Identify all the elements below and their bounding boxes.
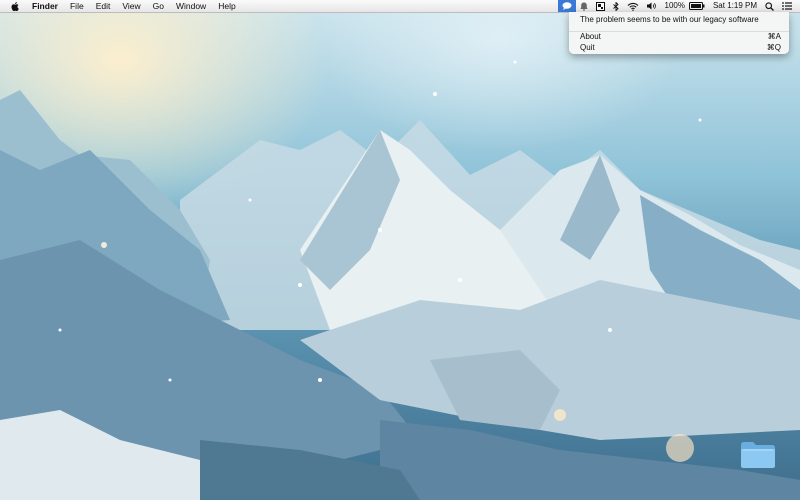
spotlight-icon[interactable] [761, 0, 778, 12]
menu-item-about-shortcut: ⌘A [767, 32, 781, 41]
bluetooth-icon[interactable] [609, 0, 623, 12]
menu-go[interactable]: Go [147, 0, 170, 12]
menu-edit[interactable]: Edit [90, 0, 117, 12]
notification-icon[interactable] [576, 0, 592, 12]
battery-percent: 100% [664, 1, 685, 10]
app-menu-finder[interactable]: Finder [26, 0, 64, 12]
menu-item-about-label: About [580, 32, 601, 41]
menu-file[interactable]: File [64, 0, 90, 12]
menu-bar-clock[interactable]: Sat 1:19 PM [709, 0, 761, 12]
app-status-icon[interactable] [592, 0, 609, 12]
apple-menu-icon[interactable] [10, 0, 20, 12]
menu-view[interactable]: View [116, 0, 146, 12]
chat-bubble-icon[interactable] [557, 0, 576, 12]
volume-icon[interactable] [643, 0, 661, 12]
battery-icon[interactable] [688, 0, 709, 12]
wifi-icon[interactable] [623, 0, 643, 12]
folder-icon[interactable] [739, 440, 777, 470]
menu-help[interactable]: Help [212, 0, 241, 12]
dropdown-message: The problem seems to be with our legacy … [580, 15, 759, 24]
menu-item-about[interactable]: About ⌘A [580, 32, 781, 42]
menu-item-quit[interactable]: Quit ⌘Q [580, 43, 781, 53]
menu-window[interactable]: Window [170, 0, 212, 12]
status-area: 100% Sat 1:19 PM [557, 0, 800, 12]
notification-center-icon[interactable] [778, 0, 800, 12]
menu-item-quit-shortcut: ⌘Q [766, 43, 781, 52]
status-item-dropdown-menu: The problem seems to be with our legacy … [569, 12, 789, 54]
menu-item-quit-label: Quit [580, 43, 595, 52]
desktop-wallpaper [0, 0, 800, 500]
